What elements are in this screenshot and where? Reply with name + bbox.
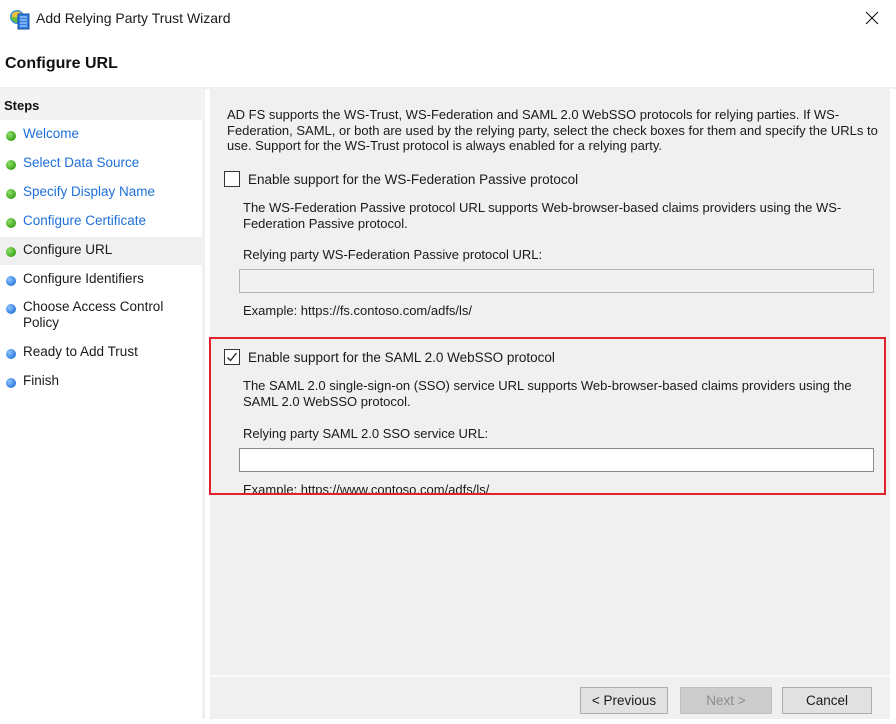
step-label: Configure URL bbox=[23, 242, 113, 257]
step-pending-icon bbox=[6, 276, 16, 286]
saml-example-clip: Example: https://www.contoso.com/adfs/ls… bbox=[210, 480, 885, 493]
ws-federation-description: The WS-Federation Passive protocol URL s… bbox=[243, 200, 842, 231]
previous-button[interactable]: < Previous bbox=[580, 687, 668, 714]
ws-federation-url-label: Relying party WS-Federation Passive prot… bbox=[243, 247, 543, 262]
step-label: Ready to Add Trust bbox=[23, 344, 138, 359]
saml-description: The SAML 2.0 single-sign-on (SSO) servic… bbox=[243, 378, 852, 409]
window-title: Add Relying Party Trust Wizard bbox=[36, 10, 231, 26]
step-choose-access-control-policy: Choose Access Control Policy bbox=[0, 299, 204, 335]
step-complete-icon bbox=[6, 218, 16, 228]
ws-federation-url-input[interactable] bbox=[239, 269, 874, 293]
steps-panel: Steps Welcome Select Data Source Specify… bbox=[0, 89, 205, 719]
ws-federation-checkbox[interactable] bbox=[224, 171, 240, 187]
step-ready-to-add-trust: Ready to Add Trust bbox=[0, 344, 204, 366]
close-button[interactable] bbox=[856, 4, 888, 32]
saml-example: Example: https://www.contoso.com/adfs/ls… bbox=[243, 482, 490, 493]
step-label: Select Data Source bbox=[23, 155, 140, 170]
saml-url-label: Relying party SAML 2.0 SSO service URL: bbox=[243, 426, 489, 441]
ws-federation-example: Example: https://fs.contoso.com/adfs/ls/ bbox=[243, 303, 473, 318]
step-finish: Finish bbox=[0, 373, 204, 395]
step-label: Specify Display Name bbox=[23, 184, 156, 199]
step-specify-display-name[interactable]: Specify Display Name bbox=[0, 184, 204, 206]
checkmark-icon bbox=[227, 352, 238, 362]
cancel-button[interactable]: Cancel bbox=[782, 687, 872, 714]
step-welcome[interactable]: Welcome bbox=[0, 126, 204, 148]
title-bar: Add Relying Party Trust Wizard bbox=[0, 0, 896, 38]
step-label: Configure Certificate bbox=[23, 213, 147, 228]
saml-checkbox-label[interactable]: Enable support for the SAML 2.0 WebSSO p… bbox=[248, 350, 555, 365]
page-title: Configure URL bbox=[5, 55, 118, 72]
step-label: Configure Identifiers bbox=[23, 271, 144, 286]
step-pending-icon bbox=[6, 304, 16, 314]
step-label: Welcome bbox=[23, 126, 80, 141]
step-complete-icon bbox=[6, 131, 16, 141]
relying-party-trust-icon bbox=[9, 8, 31, 30]
steps-heading: Steps bbox=[0, 89, 204, 120]
close-icon bbox=[865, 11, 879, 25]
intro-text: AD FS supports the WS-Trust, WS-Federati… bbox=[227, 107, 878, 153]
step-pending-icon bbox=[6, 349, 16, 359]
step-pending-icon bbox=[6, 378, 16, 388]
saml-url-input[interactable] bbox=[239, 448, 874, 472]
step-label: Choose Access Control Policy bbox=[23, 299, 164, 330]
step-complete-icon bbox=[6, 160, 16, 170]
step-label: Finish bbox=[23, 373, 60, 388]
step-configure-certificate[interactable]: Configure Certificate bbox=[0, 213, 204, 235]
saml-checkbox[interactable] bbox=[224, 349, 240, 365]
step-current-icon bbox=[6, 247, 16, 257]
next-button: Next > bbox=[680, 687, 772, 714]
step-configure-identifiers: Configure Identifiers bbox=[0, 271, 204, 293]
step-complete-icon bbox=[6, 189, 16, 199]
ws-federation-checkbox-label[interactable]: Enable support for the WS-Federation Pas… bbox=[248, 172, 578, 187]
footer-divider bbox=[210, 675, 890, 677]
step-select-data-source[interactable]: Select Data Source bbox=[0, 155, 204, 177]
step-configure-url: Configure URL bbox=[0, 237, 204, 265]
